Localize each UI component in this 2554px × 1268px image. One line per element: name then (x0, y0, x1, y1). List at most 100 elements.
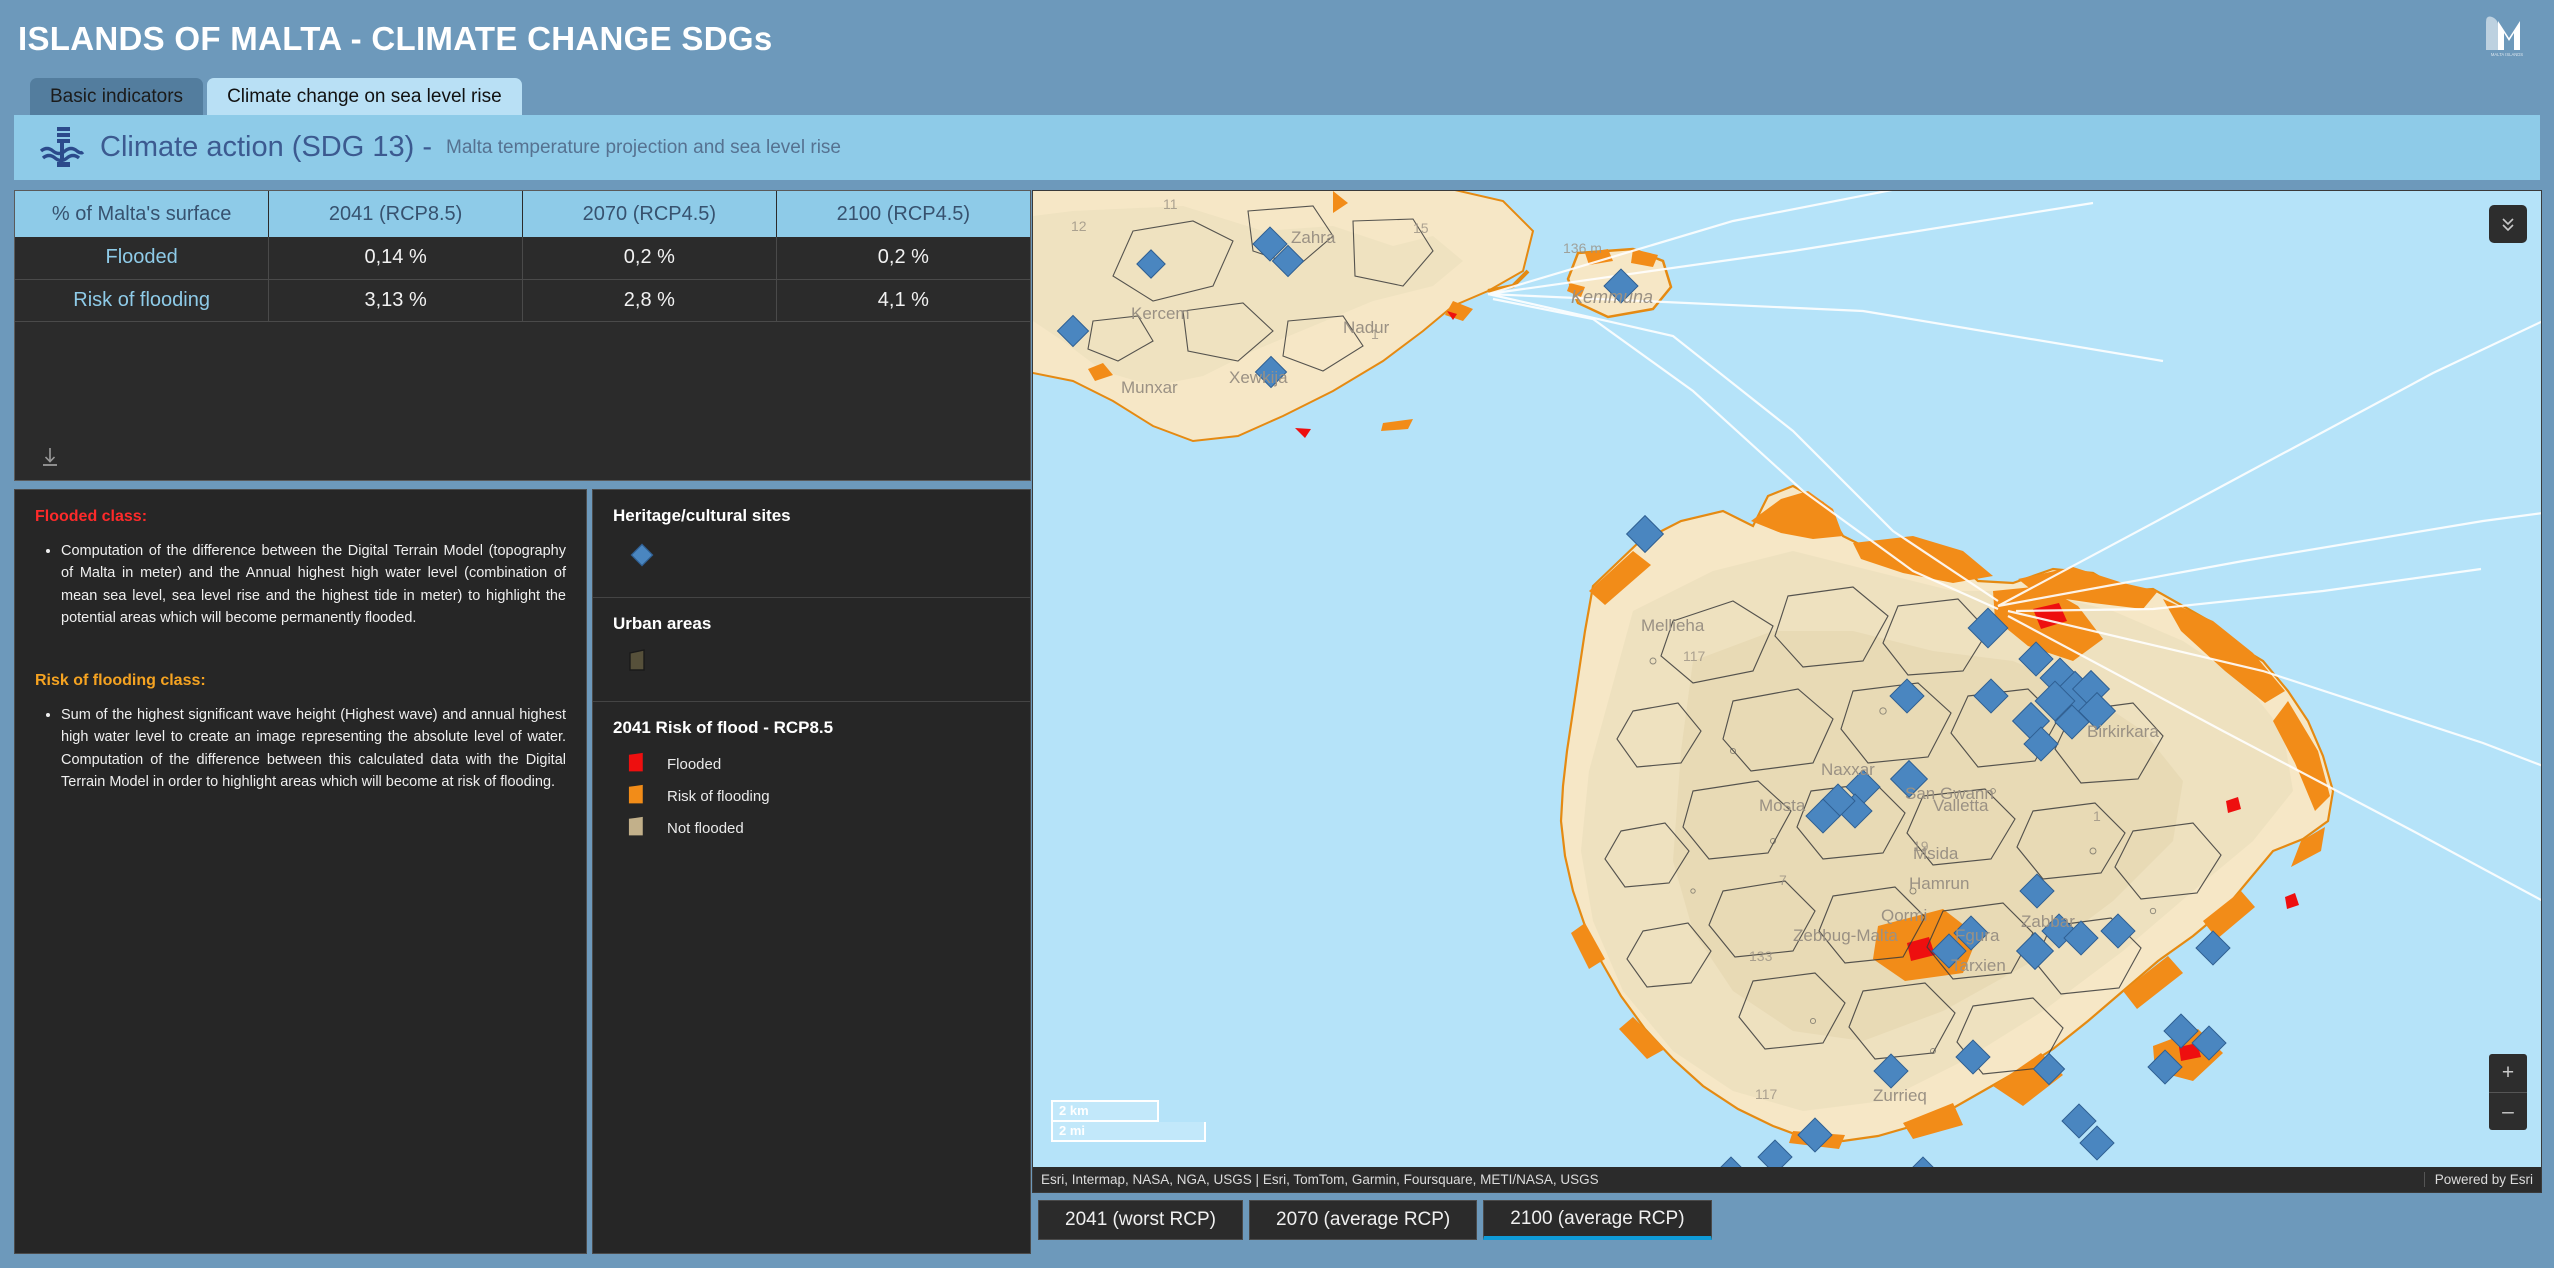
svg-text:133: 133 (1749, 948, 1773, 964)
stats-table-panel: % of Malta's surface 2041 (RCP8.5) 2070 … (14, 190, 1031, 481)
stats-table: % of Malta's surface 2041 (RCP8.5) 2070 … (15, 191, 1030, 322)
svg-text:Naxxar: Naxxar (1821, 760, 1875, 779)
list-item: Computation of the difference between th… (61, 540, 566, 630)
zoom-controls: + – (2489, 1054, 2527, 1130)
legend-item-risk-of-flooding: Risk of flooding (627, 784, 1010, 808)
flooded-class-list: Computation of the difference between th… (61, 540, 566, 630)
map-scale-bar: 2 km 2 mi (1051, 1100, 1206, 1142)
map-graphic: Kemmuna Nadur Xewkija Zahra Munxar Kerce… (1033, 191, 2541, 1192)
svg-text:Mosta: Mosta (1759, 796, 1806, 815)
row-label-flooded: Flooded (15, 237, 270, 280)
map-canvas[interactable]: Kemmuna Nadur Xewkija Zahra Munxar Kerce… (1032, 190, 2542, 1193)
legend-title-urban-areas: Urban areas (613, 614, 712, 633)
m-logo-icon: MALTA ISLANDS (2478, 8, 2536, 58)
sdg-title: Climate action (SDG 13) - (100, 131, 432, 163)
table-header-row: % of Malta's surface 2041 (RCP8.5) 2070 … (15, 191, 1030, 237)
svg-text:MALTA ISLANDS: MALTA ISLANDS (2491, 52, 2523, 57)
cell-risk-2100: 4,1 % (776, 279, 1030, 322)
col-2100: 2100 (RCP4.5) (776, 191, 1030, 237)
svg-text:Mellieha: Mellieha (1641, 616, 1705, 635)
main-tabs: Basic indicators Climate change on sea l… (30, 78, 522, 115)
map-tab-2070[interactable]: 2070 (average RCP) (1249, 1200, 1478, 1240)
svg-text:1: 1 (1371, 326, 1379, 342)
svg-text:117: 117 (1683, 648, 1706, 664)
svg-text:Birkirkara: Birkirkara (2087, 722, 2159, 741)
double-chevron-down-icon (2502, 218, 2514, 232)
scale-km: 2 km (1051, 1100, 1159, 1122)
left-column: % of Malta's surface 2041 (RCP8.5) 2070 … (14, 190, 1031, 1254)
app-header: ISLANDS OF MALTA - CLIMATE CHANGE SDGs M… (0, 0, 2554, 122)
svg-text:15: 15 (1413, 220, 1429, 236)
tab-climate-change-sea-level[interactable]: Climate change on sea level rise (207, 78, 522, 115)
svg-text:Fgura: Fgura (1955, 926, 2000, 945)
svg-text:Tarxien: Tarxien (1951, 956, 2006, 975)
legend-label-flooded: Flooded (667, 755, 722, 773)
application-root: ISLANDS OF MALTA - CLIMATE CHANGE SDGs M… (0, 0, 2554, 1268)
col-surface: % of Malta's surface (15, 191, 270, 237)
zoom-in-button[interactable]: + (2489, 1054, 2527, 1092)
svg-text:11: 11 (1163, 196, 1178, 212)
legend-label-not-flooded: Not flooded (667, 819, 744, 837)
map-scenario-tabs: 2041 (worst RCP) 2070 (average RCP) 2100… (1038, 1200, 1712, 1240)
legend-block-heritage: Heritage/cultural sites (593, 490, 1030, 598)
legend-block-risk-of-flood: 2041 Risk of flood - RCP8.5 Flooded Risk… (593, 702, 1030, 870)
cell-flooded-2100: 0,2 % (776, 237, 1030, 280)
svg-text:Zabbar: Zabbar (2021, 912, 2075, 931)
page-title: ISLANDS OF MALTA - CLIMATE CHANGE SDGs (18, 20, 773, 57)
table-row: Risk of flooding 3,13 % 2,8 % 4,1 % (15, 279, 1030, 322)
download-icon[interactable] (37, 444, 63, 470)
powered-by-esri[interactable]: Powered by Esri (2423, 1172, 2533, 1187)
polygon-swatch-icon (627, 648, 1010, 679)
tab-basic-indicators[interactable]: Basic indicators (30, 78, 204, 115)
diamond-marker-icon (627, 540, 1010, 575)
svg-text:Hamrun: Hamrun (1909, 874, 1969, 893)
svg-text:12: 12 (1071, 218, 1087, 234)
polygon-swatch-icon (628, 816, 643, 836)
svg-text:Munxar: Munxar (1121, 378, 1178, 397)
map-attribution-bar: Esri, Intermap, NASA, NGA, USGS | Esri, … (1033, 1167, 2541, 1192)
sdg-subtitle: Malta temperature projection and sea lev… (446, 136, 841, 158)
svg-text:136 m: 136 m (1563, 240, 1602, 256)
map-tab-2100[interactable]: 2100 (average RCP) (1483, 1200, 1712, 1240)
svg-text:Zurrieq: Zurrieq (1873, 1086, 1927, 1105)
legend-label-risk-of-flooding: Risk of flooding (667, 787, 770, 805)
sdg-section-header: Climate action (SDG 13) - Malta temperat… (14, 115, 2540, 180)
cell-flooded-2070: 0,2 % (522, 237, 777, 280)
svg-text:Kemmuna: Kemmuna (1571, 287, 1653, 307)
svg-text:1: 1 (2093, 808, 2101, 824)
polygon-swatch-icon (628, 784, 643, 804)
svg-text:Kercem: Kercem (1131, 304, 1190, 323)
svg-text:Qormi: Qormi (1881, 906, 1927, 925)
cell-risk-2041: 3,13 % (268, 279, 523, 322)
risk-class-heading: Risk of flooding class: (35, 671, 206, 689)
methodology-description-panel: Flooded class: Computation of the differ… (14, 489, 587, 1254)
legend-title-risk-of-flood: 2041 Risk of flood - RCP8.5 (613, 718, 834, 737)
legend-block-urban-areas: Urban areas (593, 598, 1030, 702)
svg-text:Xewkija: Xewkija (1229, 368, 1288, 387)
svg-text:Nadur: Nadur (1343, 318, 1390, 337)
zoom-out-button[interactable]: – (2489, 1092, 2527, 1130)
svg-text:Zebbug-Malta: Zebbug-Malta (1793, 926, 1898, 945)
legend-item-flooded: Flooded (627, 752, 1010, 776)
collapse-panel-button[interactable] (2489, 205, 2527, 243)
svg-text:117: 117 (1755, 1086, 1778, 1102)
attribution-text: Esri, Intermap, NASA, NGA, USGS | Esri, … (1041, 1172, 1599, 1187)
cell-flooded-2041: 0,14 % (268, 237, 523, 280)
row-label-risk-of-flooding: Risk of flooding (15, 279, 270, 322)
legend-item-not-flooded: Not flooded (627, 816, 1010, 840)
polygon-swatch-icon (628, 752, 643, 772)
col-2041: 2041 (RCP8.5) (268, 191, 523, 237)
map-legend-panel: Heritage/cultural sites Urban areas 2041… (592, 489, 1031, 1254)
svg-text:Valletta: Valletta (1933, 796, 1989, 815)
svg-text:Zahra: Zahra (1291, 228, 1336, 247)
list-item: Sum of the highest significant wave heig… (61, 704, 566, 794)
map-tab-2041[interactable]: 2041 (worst RCP) (1038, 1200, 1243, 1240)
cell-risk-2070: 2,8 % (522, 279, 777, 322)
col-2070: 2070 (RCP4.5) (522, 191, 777, 237)
sdg13-climate-action-icon (38, 124, 86, 172)
svg-text:19: 19 (1913, 838, 1929, 854)
risk-class-list: Sum of the highest significant wave heig… (61, 704, 566, 794)
legend-title-heritage: Heritage/cultural sites (613, 506, 791, 525)
flooded-class-heading: Flooded class: (35, 508, 148, 525)
table-row: Flooded 0,14 % 0,2 % 0,2 % (15, 237, 1030, 280)
